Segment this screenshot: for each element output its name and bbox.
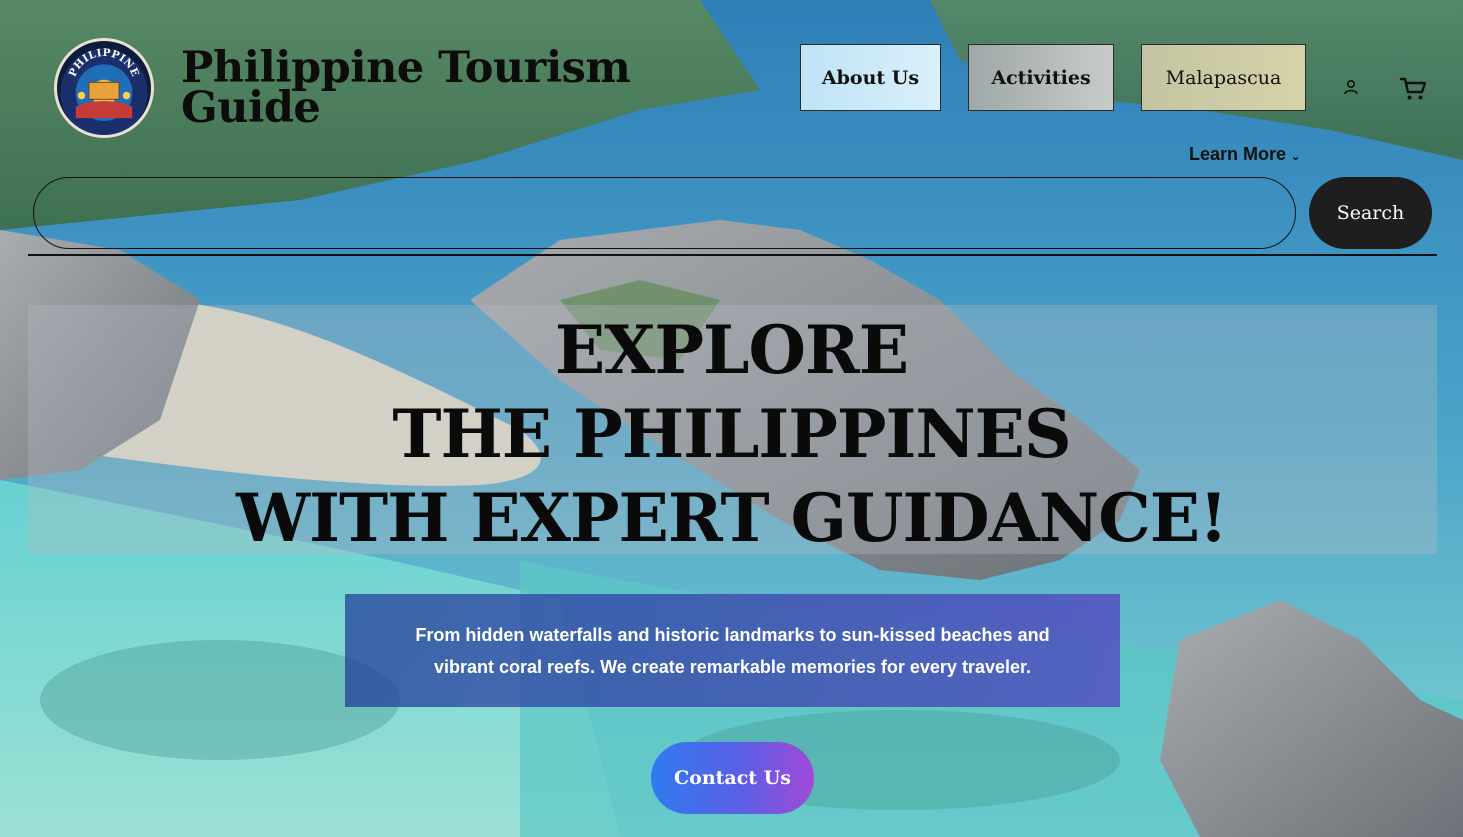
hero-title: EXPLORE THE PHILIPPINES WITH EXPERT GUID… [0, 308, 1463, 560]
nav-malapascua-button[interactable]: Malapascua [1141, 44, 1306, 111]
site-title[interactable]: Philippine Tourism Guide [181, 43, 641, 133]
hero-subtitle: From hidden waterfalls and historic land… [415, 624, 1050, 677]
search-input[interactable] [33, 177, 1296, 249]
nav-about-us-button[interactable]: About Us [800, 44, 941, 111]
site-title-line2: Guide [181, 83, 321, 133]
site-title-line1: Philippine Tourism [181, 43, 631, 93]
site-logo[interactable]: PHILIPPINE [54, 38, 154, 138]
hero-title-line2: THE PHILIPPINES [392, 395, 1071, 473]
nav-activities-button[interactable]: Activities [968, 44, 1114, 111]
svg-text:PHILIPPINE: PHILIPPINE [67, 47, 142, 79]
learn-more-label: Learn More [1189, 144, 1287, 164]
learn-more-dropdown[interactable]: Learn More ⌄ [1189, 144, 1300, 165]
contact-us-button[interactable]: Contact Us [651, 742, 814, 814]
logo-text: PHILIPPINE [67, 47, 141, 79]
search-button[interactable]: Search [1309, 177, 1432, 249]
hero-subtitle-box: From hidden waterfalls and historic land… [345, 594, 1120, 707]
person-icon[interactable] [1342, 78, 1360, 96]
hero-title-line1: EXPLORE [554, 311, 909, 389]
cart-icon[interactable] [1398, 73, 1428, 103]
chevron-down-icon: ⌄ [1291, 151, 1301, 163]
header-divider [28, 254, 1437, 256]
hero-title-line3: WITH EXPERT GUIDANCE! [235, 479, 1228, 557]
